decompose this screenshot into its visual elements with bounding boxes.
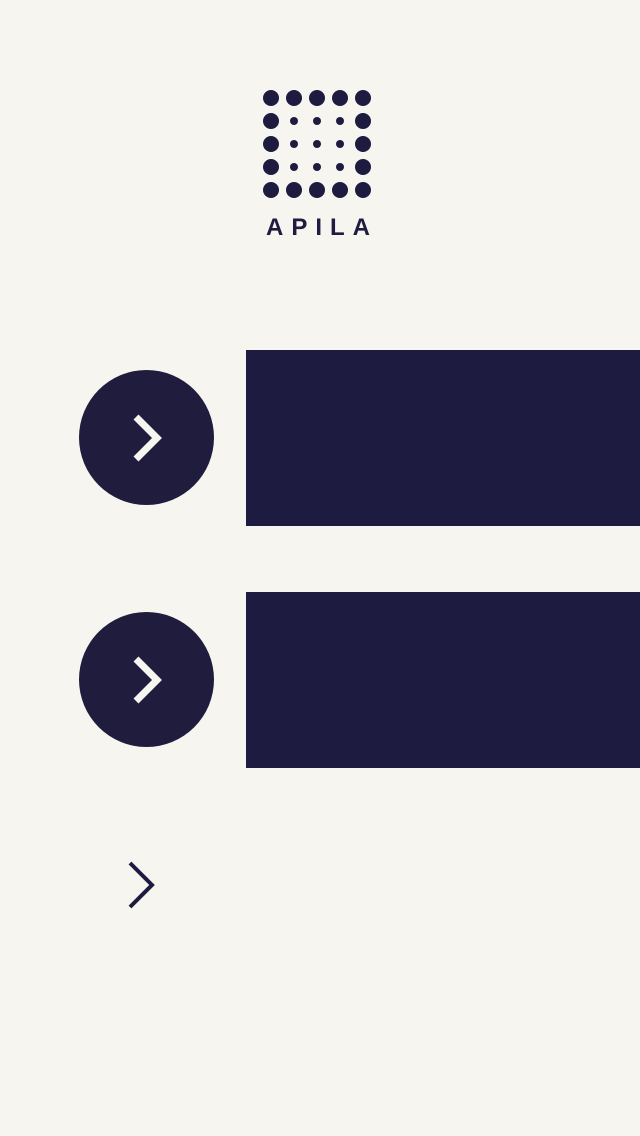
chevron-right-icon	[133, 414, 162, 461]
content-panel-1[interactable]	[246, 350, 640, 526]
next-button-1[interactable]	[79, 370, 214, 505]
brand-wordmark: APILA	[262, 214, 374, 242]
nav-row-2	[0, 592, 640, 768]
chevron-right-icon	[133, 656, 162, 703]
nav-row-1	[0, 350, 640, 526]
panel-label	[246, 592, 247, 593]
panel-label	[246, 350, 247, 351]
next-button-2[interactable]	[79, 612, 214, 747]
small-next-button[interactable]	[124, 861, 158, 909]
dot-grid-logo-icon	[263, 90, 371, 198]
brand-name: APILA	[266, 214, 378, 241]
chevron-right-icon	[128, 861, 155, 909]
content-panel-2[interactable]	[246, 592, 640, 768]
